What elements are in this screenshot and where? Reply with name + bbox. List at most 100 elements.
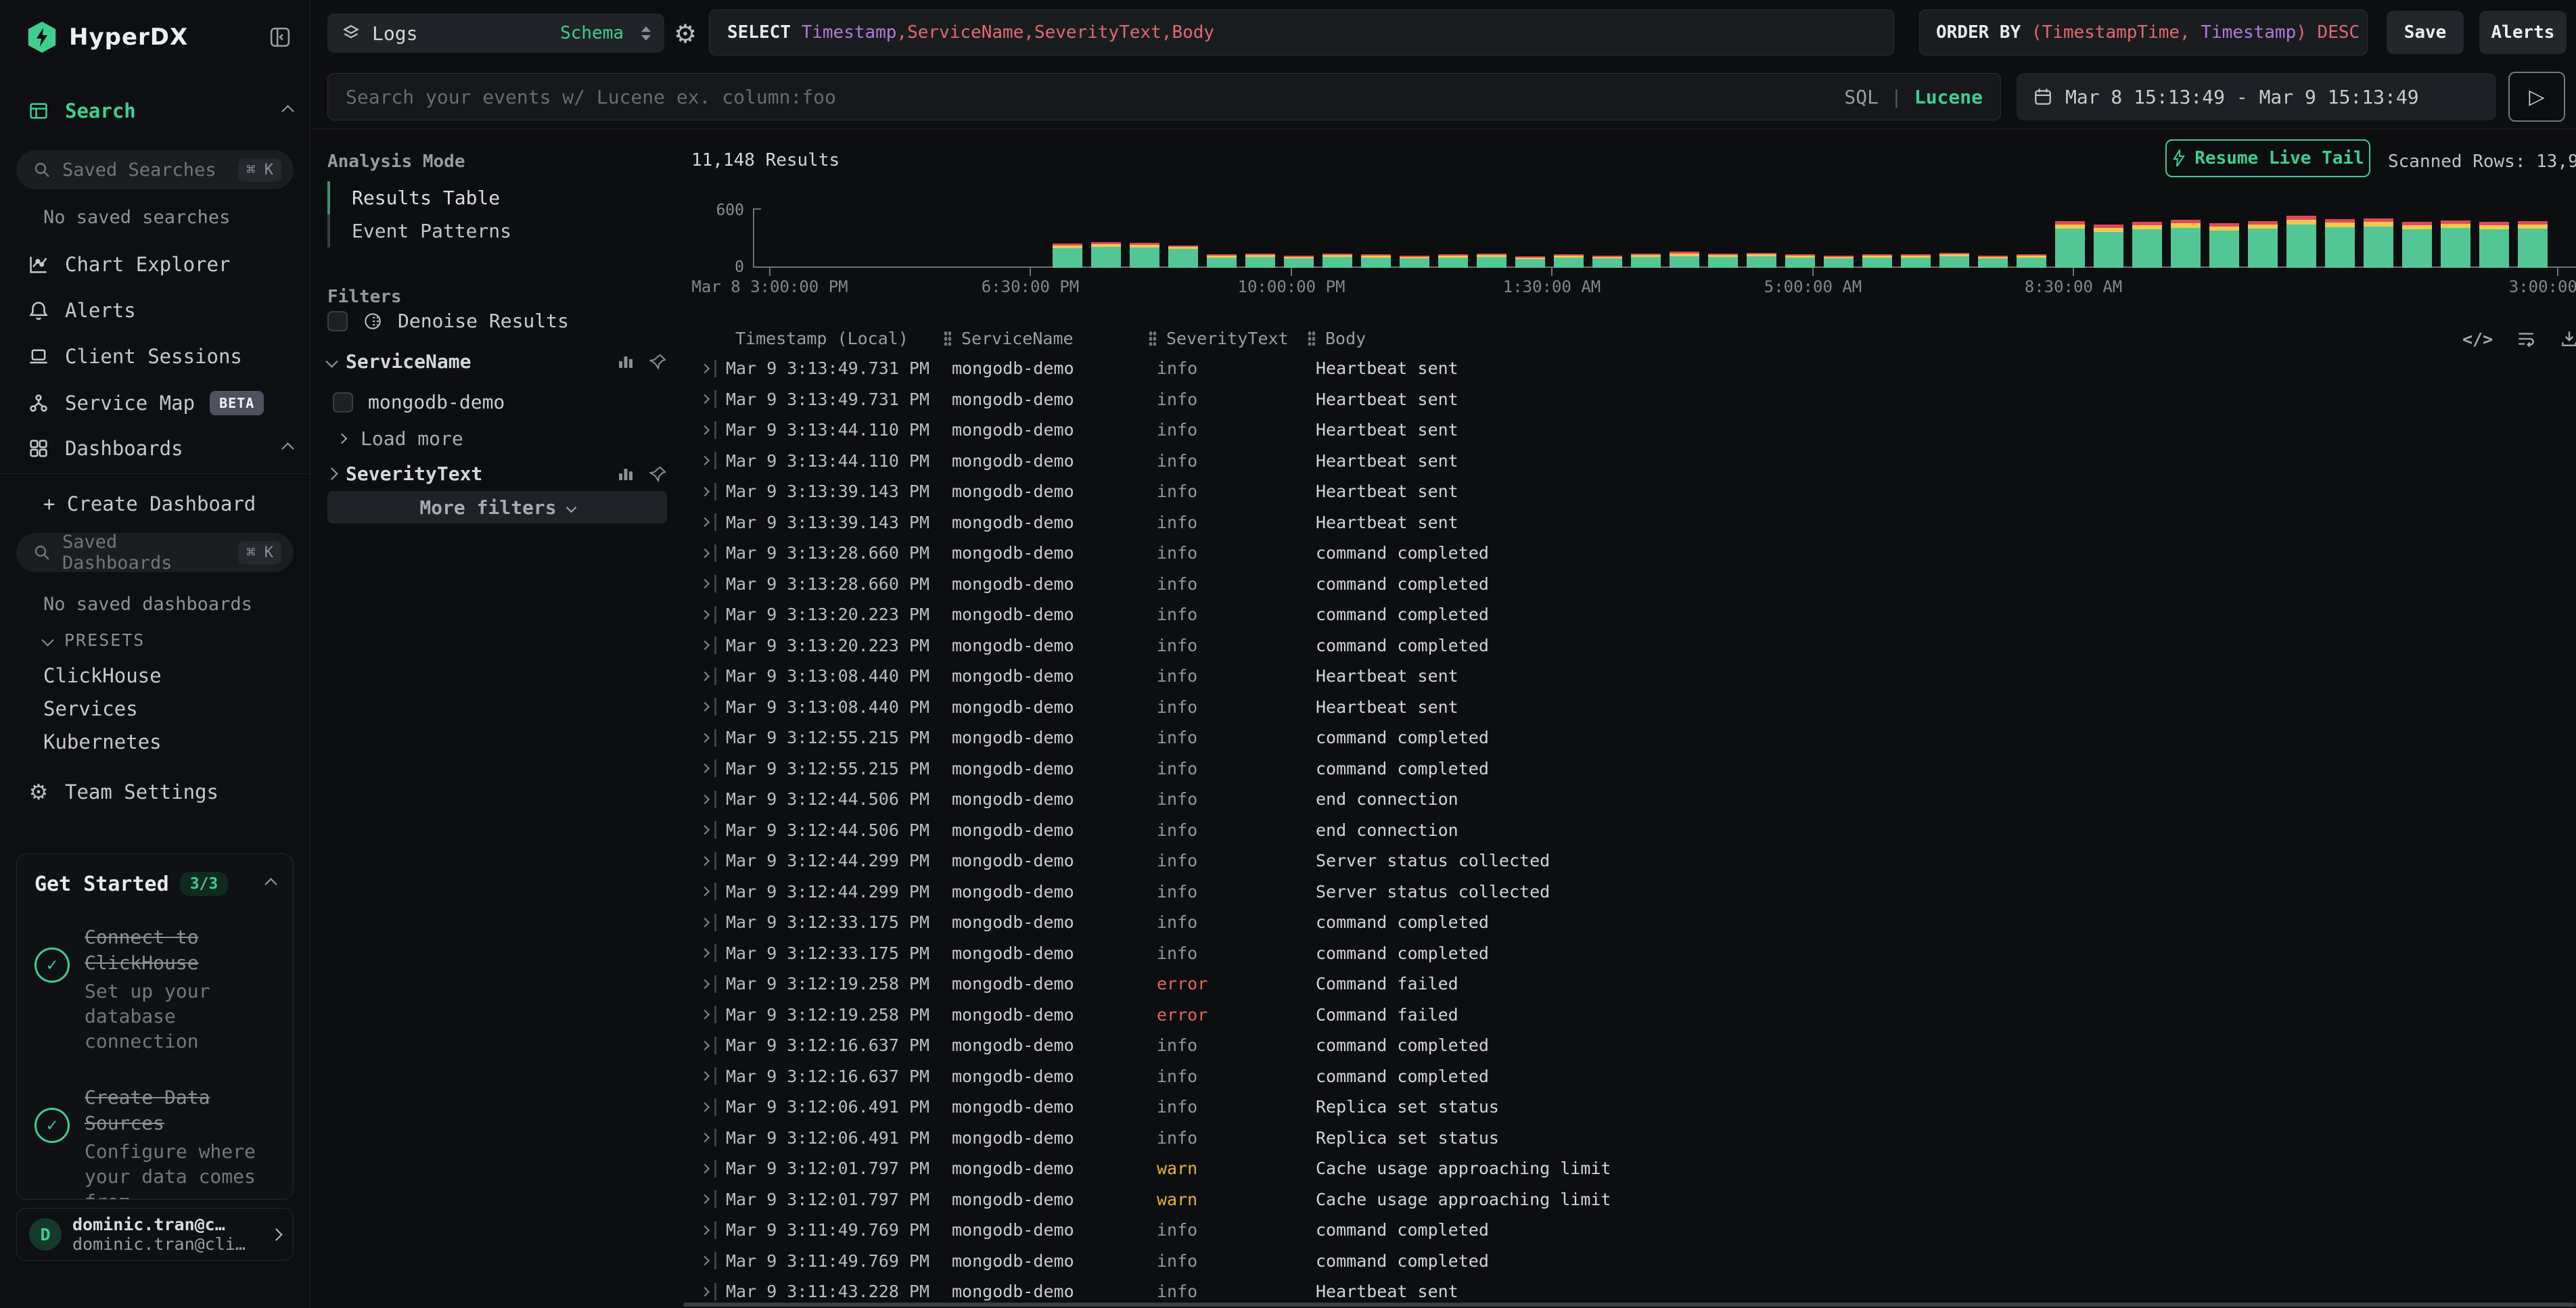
row-expand-icon[interactable]	[698, 1288, 712, 1295]
saved-dashboards-input[interactable]: Saved Dashboards ⌘ K	[16, 533, 294, 572]
table-row[interactable]: Mar 9 3:13:49.731 PMmongodb-demoinfoHear…	[683, 384, 2576, 415]
run-query-button[interactable]: ▷	[2508, 72, 2565, 122]
table-row[interactable]: Mar 9 3:13:20.223 PMmongodb-demoinfocomm…	[683, 599, 2576, 630]
row-expand-icon[interactable]	[698, 826, 712, 833]
table-row[interactable]: Mar 9 3:12:19.258 PMmongodb-demoerrorCom…	[683, 1000, 2576, 1031]
row-expand-icon[interactable]	[698, 673, 712, 680]
row-expand-icon[interactable]	[698, 919, 712, 926]
preset-kubernetes[interactable]: Kubernetes	[43, 730, 162, 753]
row-expand-icon[interactable]	[698, 888, 712, 895]
saved-searches-input[interactable]: Saved Searches ⌘ K	[16, 150, 294, 189]
row-expand-icon[interactable]	[698, 950, 712, 956]
denoise-checkbox[interactable]	[327, 311, 348, 331]
table-row[interactable]: Mar 9 3:13:08.440 PMmongodb-demoinfoHear…	[683, 692, 2576, 723]
events-histogram[interactable]: 600 0 Mar 8 3:00:00 PM6:30:00 PM10:00:00…	[683, 202, 2576, 310]
more-filters-button[interactable]: More filters	[327, 491, 667, 523]
sidebar-item-team-settings[interactable]: ⚙ Team Settings	[27, 779, 292, 805]
table-row[interactable]: Mar 9 3:13:28.660 PMmongodb-demoinfocomm…	[683, 569, 2576, 600]
mode-event-patterns[interactable]: Event Patterns	[327, 214, 666, 248]
row-expand-icon[interactable]	[698, 1227, 712, 1234]
table-row[interactable]: Mar 9 3:12:44.299 PMmongodb-demoinfoServ…	[683, 877, 2576, 908]
row-expand-icon[interactable]	[698, 1196, 712, 1202]
row-expand-icon[interactable]	[698, 1104, 712, 1111]
table-row[interactable]: Mar 9 3:12:44.506 PMmongodb-demoinfoend …	[683, 784, 2576, 815]
pin-icon[interactable]	[649, 465, 667, 483]
row-expand-icon[interactable]	[698, 642, 712, 649]
denoise-results-row[interactable]: Denoise Results	[327, 310, 569, 332]
query-language-toggle[interactable]: SQL | Lucene	[1844, 86, 1983, 108]
row-expand-icon[interactable]	[698, 858, 712, 864]
row-expand-icon[interactable]	[698, 1011, 712, 1018]
drag-handle-icon[interactable]	[1149, 331, 1156, 346]
alerts-button[interactable]: Alerts	[2479, 11, 2567, 54]
row-expand-icon[interactable]	[698, 457, 712, 464]
table-row[interactable]: Mar 9 3:13:39.143 PMmongodb-demoinfoHear…	[683, 476, 2576, 507]
sidebar-item-search[interactable]: Search	[27, 99, 292, 122]
row-expand-icon[interactable]	[698, 519, 712, 525]
sidebar-item-client-sessions[interactable]: Client Sessions	[27, 345, 292, 368]
row-expand-icon[interactable]	[698, 611, 712, 618]
sidebar-collapse-icon[interactable]	[268, 25, 292, 49]
sidebar-item-chart-explorer[interactable]: Chart Explorer	[27, 253, 292, 276]
row-expand-icon[interactable]	[698, 1042, 712, 1049]
row-expand-icon[interactable]	[698, 1165, 712, 1172]
sidebar-item-dashboards[interactable]: Dashboards	[27, 437, 292, 460]
table-row[interactable]: Mar 9 3:12:19.258 PMmongodb-demoerrorCom…	[683, 968, 2576, 1000]
time-range-picker[interactable]: Mar 8 15:13:49 - Mar 9 15:13:49	[2017, 73, 2496, 120]
table-row[interactable]: Mar 9 3:11:49.769 PMmongodb-demoinfocomm…	[683, 1246, 2576, 1277]
event-search-input[interactable]: Search your events w/ Lucene ex. column:…	[327, 73, 2001, 120]
preset-services[interactable]: Services	[43, 697, 138, 720]
table-row[interactable]: Mar 9 3:12:16.637 PMmongodb-demoinfocomm…	[683, 1030, 2576, 1061]
table-row[interactable]: Mar 9 3:12:16.637 PMmongodb-demoinfocomm…	[683, 1061, 2576, 1092]
table-row[interactable]: Mar 9 3:13:28.660 PMmongodb-demoinfocomm…	[683, 538, 2576, 569]
table-row[interactable]: Mar 9 3:13:20.223 PMmongodb-demoinfocomm…	[683, 630, 2576, 661]
chart-filter-icon[interactable]	[617, 465, 635, 483]
sidebar-item-alerts[interactable]: Alerts	[27, 299, 292, 322]
select-clause-input[interactable]: SELECT Timestamp,ServiceName,SeverityTex…	[709, 9, 1894, 55]
table-row[interactable]: Mar 9 3:12:44.299 PMmongodb-demoinfoServ…	[683, 845, 2576, 877]
table-row[interactable]: Mar 9 3:13:49.731 PMmongodb-demoinfoHear…	[683, 353, 2576, 384]
resume-live-tail-button[interactable]: Resume Live Tail	[2165, 139, 2370, 177]
get-started-item[interactable]: ✓ Connect to ClickHouse Set up your data…	[34, 925, 275, 1054]
table-row[interactable]: Mar 9 3:12:06.491 PMmongodb-demoinfoRepl…	[683, 1092, 2576, 1123]
user-account-card[interactable]: D dominic.tran@c… dominic.tran@cli…	[16, 1208, 294, 1261]
results-table[interactable]: Timestamp (Local) ServiceName SeverityTe…	[683, 323, 2576, 1308]
row-expand-icon[interactable]	[698, 1073, 712, 1079]
preset-clickhouse[interactable]: ClickHouse	[43, 664, 162, 687]
table-row[interactable]: Mar 9 3:12:06.491 PMmongodb-demoinfoRepl…	[683, 1123, 2576, 1154]
row-expand-icon[interactable]	[698, 734, 712, 741]
filter-group-servicename[interactable]: ServiceName	[327, 350, 667, 373]
row-expand-icon[interactable]	[698, 427, 712, 434]
row-expand-icon[interactable]	[698, 1257, 712, 1264]
row-expand-icon[interactable]	[698, 396, 712, 402]
table-row[interactable]: Mar 9 3:11:49.769 PMmongodb-demoinfocomm…	[683, 1215, 2576, 1246]
row-expand-icon[interactable]	[698, 1134, 712, 1141]
table-row[interactable]: Mar 9 3:13:39.143 PMmongodb-demoinfoHear…	[683, 507, 2576, 538]
table-row[interactable]: Mar 9 3:13:44.110 PMmongodb-demoinfoHear…	[683, 415, 2576, 446]
table-row[interactable]: Mar 9 3:12:01.797 PMmongodb-demowarnCach…	[683, 1153, 2576, 1184]
table-row[interactable]: Mar 9 3:13:44.110 PMmongodb-demoinfoHear…	[683, 446, 2576, 477]
row-expand-icon[interactable]	[698, 981, 712, 987]
sidebar-item-service-map[interactable]: Service Map BETA	[27, 391, 292, 415]
table-row[interactable]: Mar 9 3:12:01.797 PMmongodb-demowarnCach…	[683, 1184, 2576, 1215]
presets-toggle[interactable]: PRESETS	[43, 630, 145, 650]
row-expand-icon[interactable]	[698, 550, 712, 557]
filter-group-severitytext[interactable]: SeverityText	[327, 463, 667, 485]
table-row[interactable]: Mar 9 3:12:33.175 PMmongodb-demoinfocomm…	[683, 938, 2576, 969]
lucene-toggle[interactable]: Lucene	[1914, 86, 1983, 108]
drag-handle-icon[interactable]	[1308, 331, 1315, 346]
get-started-item[interactable]: ✓ Create Data Sources Configure where yo…	[34, 1085, 275, 1200]
table-row[interactable]: Mar 9 3:12:55.215 PMmongodb-demoinfocomm…	[683, 753, 2576, 785]
source-select[interactable]: Logs Schema	[327, 14, 664, 53]
row-expand-icon[interactable]	[698, 580, 712, 587]
pin-icon[interactable]	[649, 353, 667, 371]
column-header-servicename[interactable]: ServiceName	[961, 329, 1074, 348]
drag-handle-icon[interactable]	[944, 331, 951, 346]
table-row[interactable]: Mar 9 3:12:55.215 PMmongodb-demoinfocomm…	[683, 722, 2576, 753]
table-row[interactable]: Mar 9 3:13:08.440 PMmongodb-demoinfoHear…	[683, 661, 2576, 692]
get-started-header[interactable]: Get Started 3/3	[34, 872, 275, 896]
row-expand-icon[interactable]	[698, 365, 712, 372]
row-expand-icon[interactable]	[698, 796, 712, 803]
column-header-timestamp[interactable]: Timestamp (Local)	[726, 329, 944, 348]
table-row[interactable]: Mar 9 3:12:33.175 PMmongodb-demoinfocomm…	[683, 907, 2576, 938]
